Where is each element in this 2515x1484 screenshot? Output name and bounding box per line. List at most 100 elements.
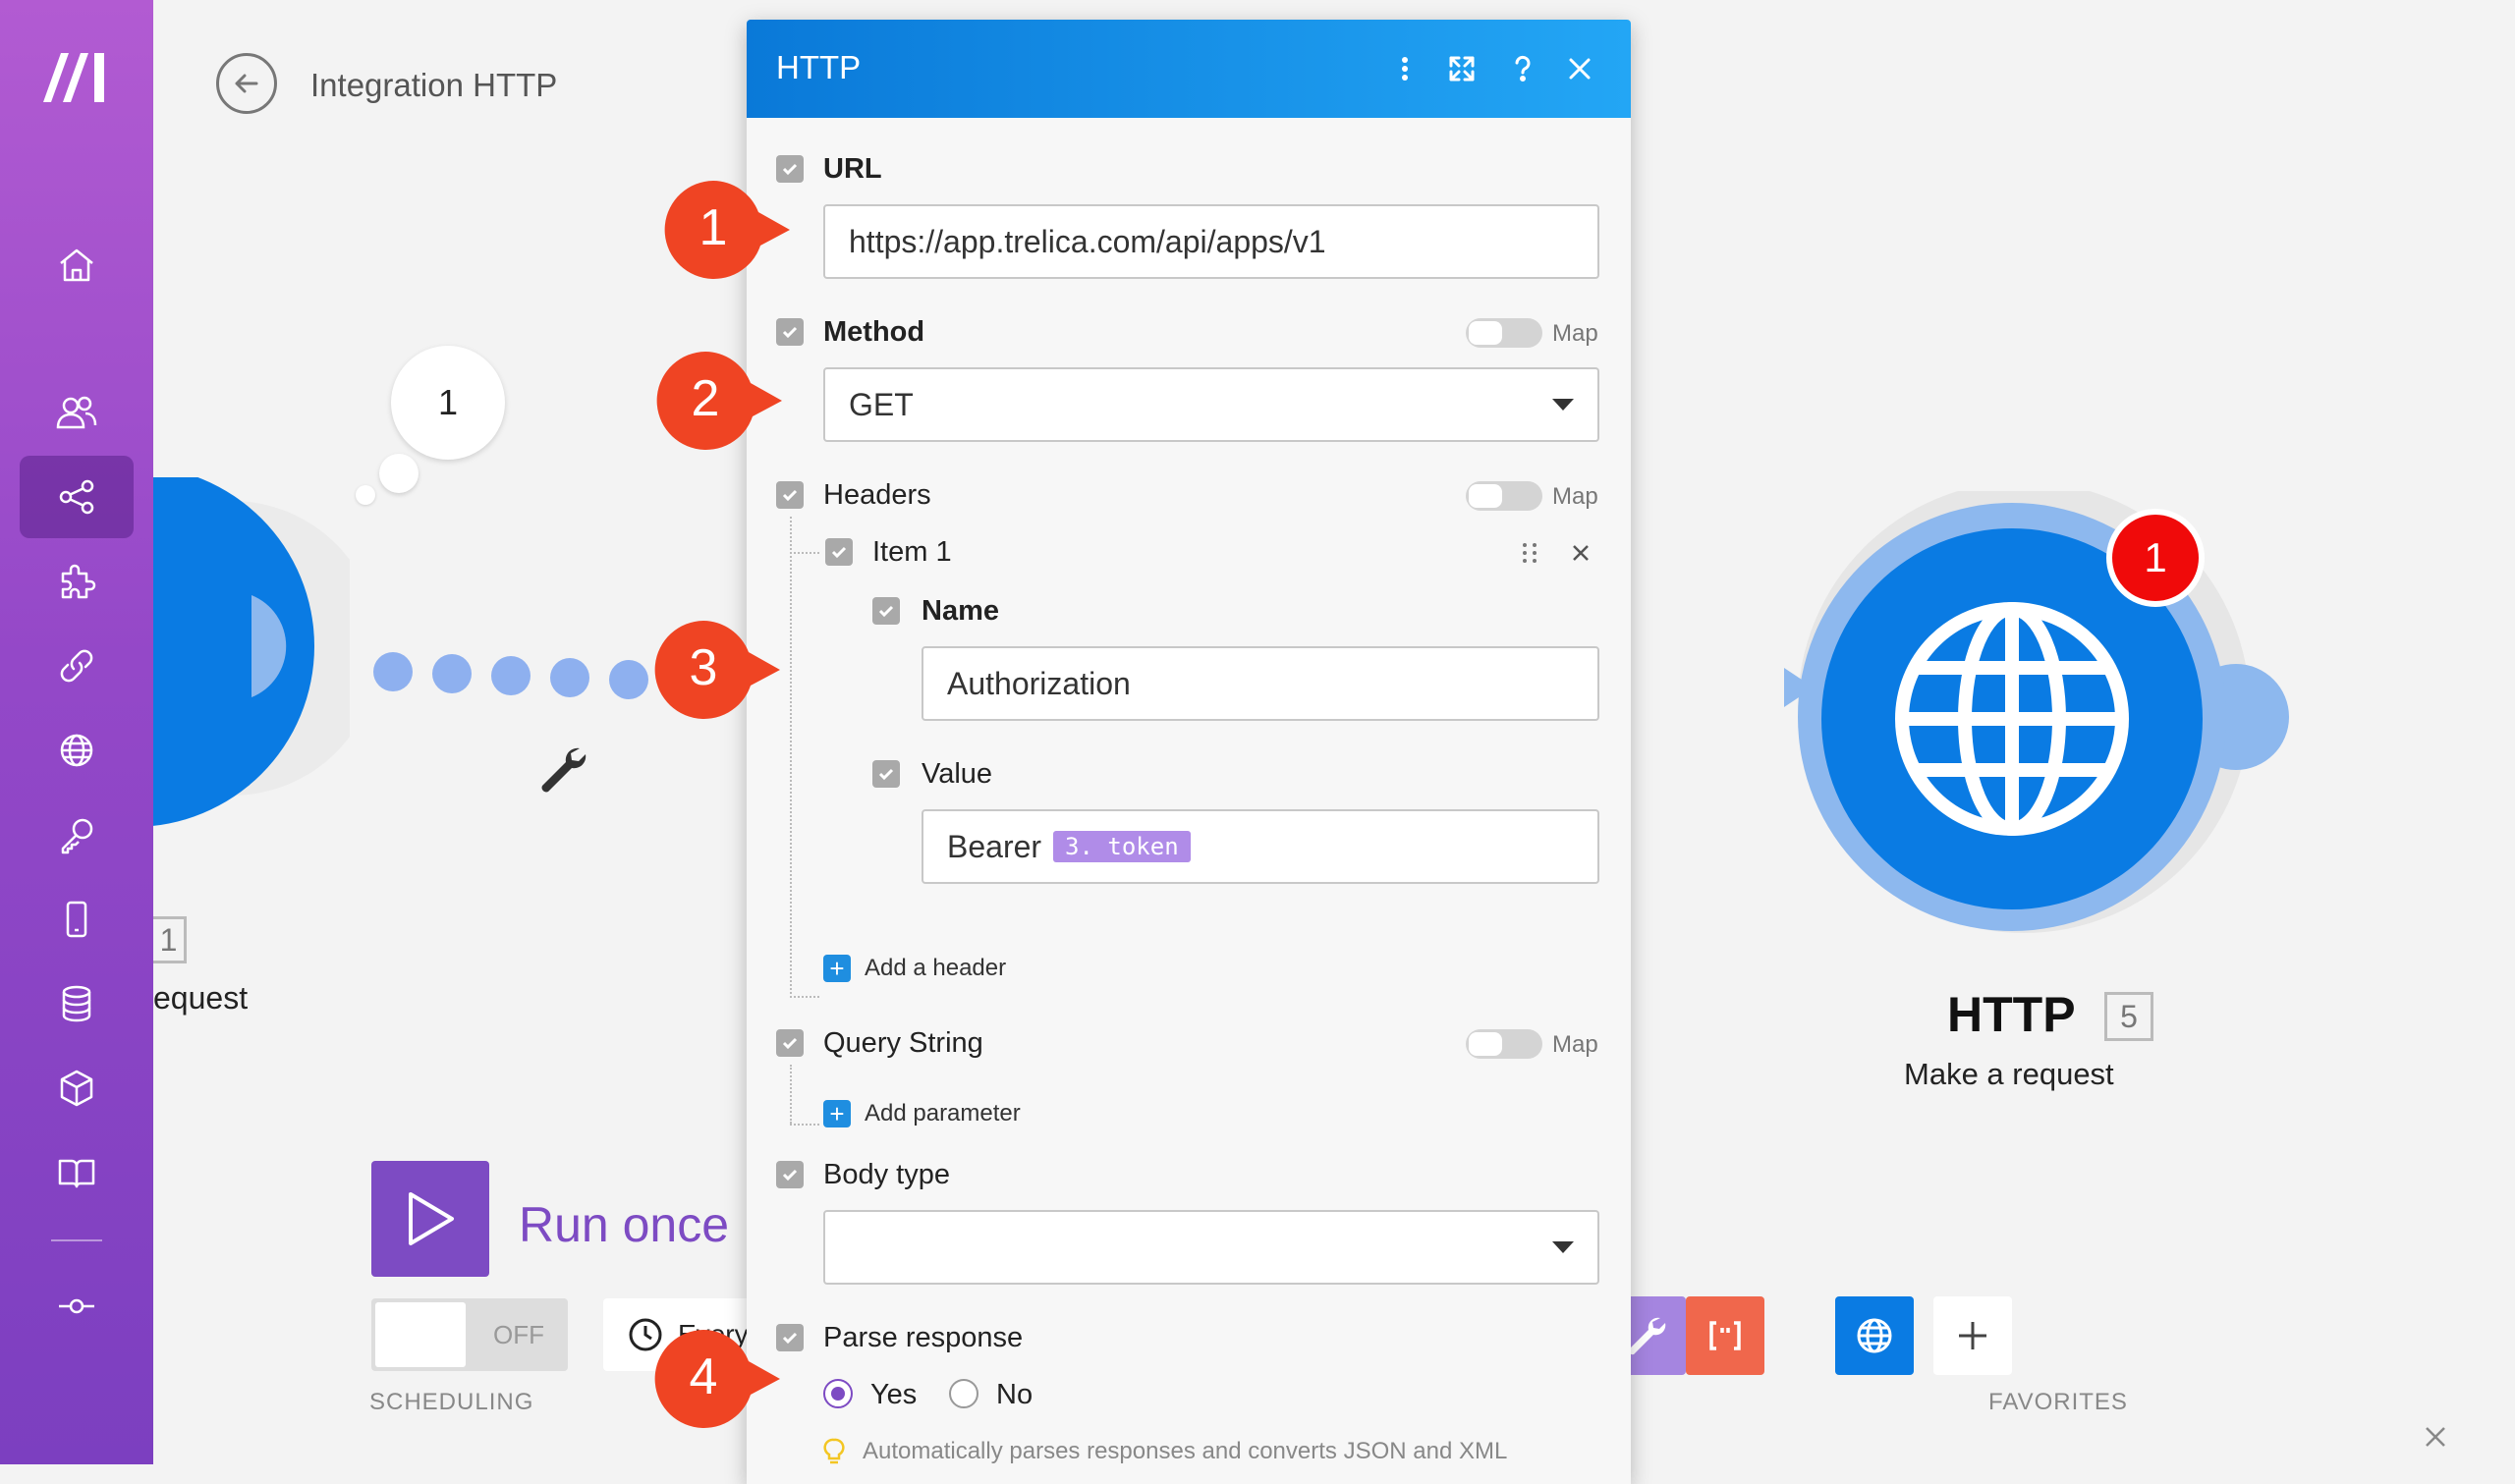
note-bubble-tail	[379, 454, 419, 493]
close-icon[interactable]	[2421, 1422, 2450, 1452]
headers-map-toggle[interactable]	[1466, 481, 1542, 511]
check-icon	[878, 605, 894, 618]
callout-number: 4	[690, 1348, 718, 1405]
check-icon	[782, 489, 798, 502]
left-module-icon[interactable]	[153, 477, 350, 831]
tree-line	[790, 552, 819, 554]
caret-down-icon	[1552, 1241, 1574, 1253]
body-type-checkbox[interactable]	[776, 1161, 804, 1188]
add-header-button[interactable]: + Add a header	[823, 955, 1006, 982]
callout-marker: 3	[654, 621, 780, 719]
drag-handle-icon[interactable]	[1517, 540, 1542, 566]
add-favorite-button[interactable]	[1933, 1296, 2012, 1375]
sidebar	[0, 0, 153, 1464]
kebab-menu-icon	[1402, 57, 1408, 81]
key-icon	[61, 818, 93, 854]
sidebar-item-webhooks[interactable]	[20, 709, 134, 792]
caret-down-icon	[1552, 399, 1574, 411]
operations-bubble[interactable]: 1	[391, 346, 505, 460]
http-module-subtitle: Make a request	[1904, 1057, 2114, 1091]
headers-label: Headers	[823, 479, 931, 511]
query-checkbox[interactable]	[776, 1029, 804, 1057]
left-module-label: equest	[153, 980, 249, 1016]
scheduling-toggle[interactable]: OFF	[371, 1298, 568, 1371]
left-module-id: 1	[153, 916, 187, 963]
check-icon	[831, 546, 847, 559]
plus-icon	[1959, 1322, 1986, 1349]
sidebar-item-devices[interactable]	[20, 878, 134, 961]
sidebar-item-docs[interactable]	[20, 1131, 134, 1214]
parse-yes-label[interactable]: Yes	[870, 1379, 917, 1411]
headers-checkbox[interactable]	[776, 481, 804, 509]
header-item-checkbox[interactable]	[825, 538, 853, 566]
http-module-id: 5	[2104, 992, 2153, 1041]
toggle-knob	[1469, 1032, 1502, 1056]
commit-icon	[59, 1298, 94, 1314]
users-icon	[56, 396, 97, 429]
tree-line	[790, 996, 819, 998]
database-icon	[62, 985, 91, 1022]
parse-no-label[interactable]: No	[996, 1379, 1033, 1411]
method-map-toggle[interactable]	[1466, 318, 1542, 348]
add-parameter-button[interactable]: + Add parameter	[823, 1100, 1021, 1127]
error-count-badge[interactable]: 1	[2106, 509, 2205, 607]
check-icon	[782, 163, 798, 176]
parse-hint-text: Automatically parses responses and conve…	[863, 1438, 1508, 1464]
sidebar-item-connections[interactable]	[20, 625, 134, 707]
body-type-select[interactable]	[823, 1210, 1599, 1285]
parse-response-label: Parse response	[823, 1322, 1024, 1353]
dialog-help-button[interactable]	[1501, 47, 1544, 90]
remove-item-icon[interactable]	[1568, 540, 1593, 566]
scheduling-state: OFF	[493, 1320, 544, 1349]
wrench-icon[interactable]	[536, 742, 589, 796]
home-icon	[60, 248, 93, 282]
name-checkbox[interactable]	[872, 597, 900, 625]
query-map-label: Map	[1552, 1031, 1598, 1058]
globe-icon	[1857, 1318, 1892, 1353]
add-parameter-label: Add parameter	[865, 1100, 1021, 1127]
method-value: GET	[849, 386, 914, 422]
book-icon	[58, 1159, 95, 1188]
run-once-button[interactable]	[371, 1161, 489, 1277]
sidebar-item-datastructures[interactable]	[20, 1047, 134, 1129]
share-nodes-icon	[59, 479, 94, 515]
make-logo-icon[interactable]	[39, 47, 114, 106]
dialog-close-button[interactable]	[1558, 47, 1601, 90]
run-once-label[interactable]: Run once	[519, 1196, 729, 1253]
tree-line	[790, 1065, 792, 1124]
url-input[interactable]: https://app.trelica.com/api/apps/v1	[823, 204, 1599, 279]
method-checkbox[interactable]	[776, 318, 804, 346]
plus-icon: +	[823, 1100, 851, 1127]
query-map-toggle[interactable]	[1466, 1029, 1542, 1059]
callout-marker: 2	[656, 352, 782, 450]
json-tools-button[interactable]	[1686, 1296, 1764, 1375]
sidebar-item-more[interactable]	[20, 1265, 134, 1347]
cube-icon	[60, 1070, 93, 1107]
plus-icon: +	[823, 955, 851, 982]
callout-number: 3	[690, 639, 718, 696]
favorite-http-button[interactable]	[1835, 1296, 1914, 1375]
mapped-token-pill[interactable]: 3. token	[1053, 831, 1191, 862]
sidebar-item-team[interactable]	[20, 371, 134, 454]
sidebar-item-datastores[interactable]	[20, 962, 134, 1045]
http-module-dialog: HTTP URL https://app.trelica.com/api/app…	[747, 20, 1631, 1484]
sidebar-item-scenarios[interactable]	[20, 456, 134, 538]
close-icon	[1569, 58, 1591, 80]
dialog-title: HTTP	[776, 49, 862, 85]
parse-no-radio[interactable]	[949, 1379, 978, 1408]
dialog-menu-button[interactable]	[1383, 47, 1426, 90]
header-value-input[interactable]: Bearer 3. token	[922, 809, 1599, 884]
play-icon	[409, 1192, 454, 1245]
sidebar-item-home[interactable]	[20, 224, 134, 306]
sidebar-item-keys[interactable]	[20, 794, 134, 876]
method-select[interactable]: GET	[823, 367, 1599, 442]
sidebar-item-apps[interactable]	[20, 540, 134, 623]
http-module-icon[interactable]	[1784, 491, 2334, 1002]
value-checkbox[interactable]	[872, 760, 900, 788]
puzzle-icon	[61, 564, 96, 599]
dialog-expand-button[interactable]	[1440, 47, 1483, 90]
parse-yes-radio[interactable]	[823, 1379, 853, 1408]
header-name-input[interactable]: Authorization	[922, 646, 1599, 721]
callout-marker: 1	[664, 181, 790, 279]
toggle-knob	[1469, 321, 1502, 345]
